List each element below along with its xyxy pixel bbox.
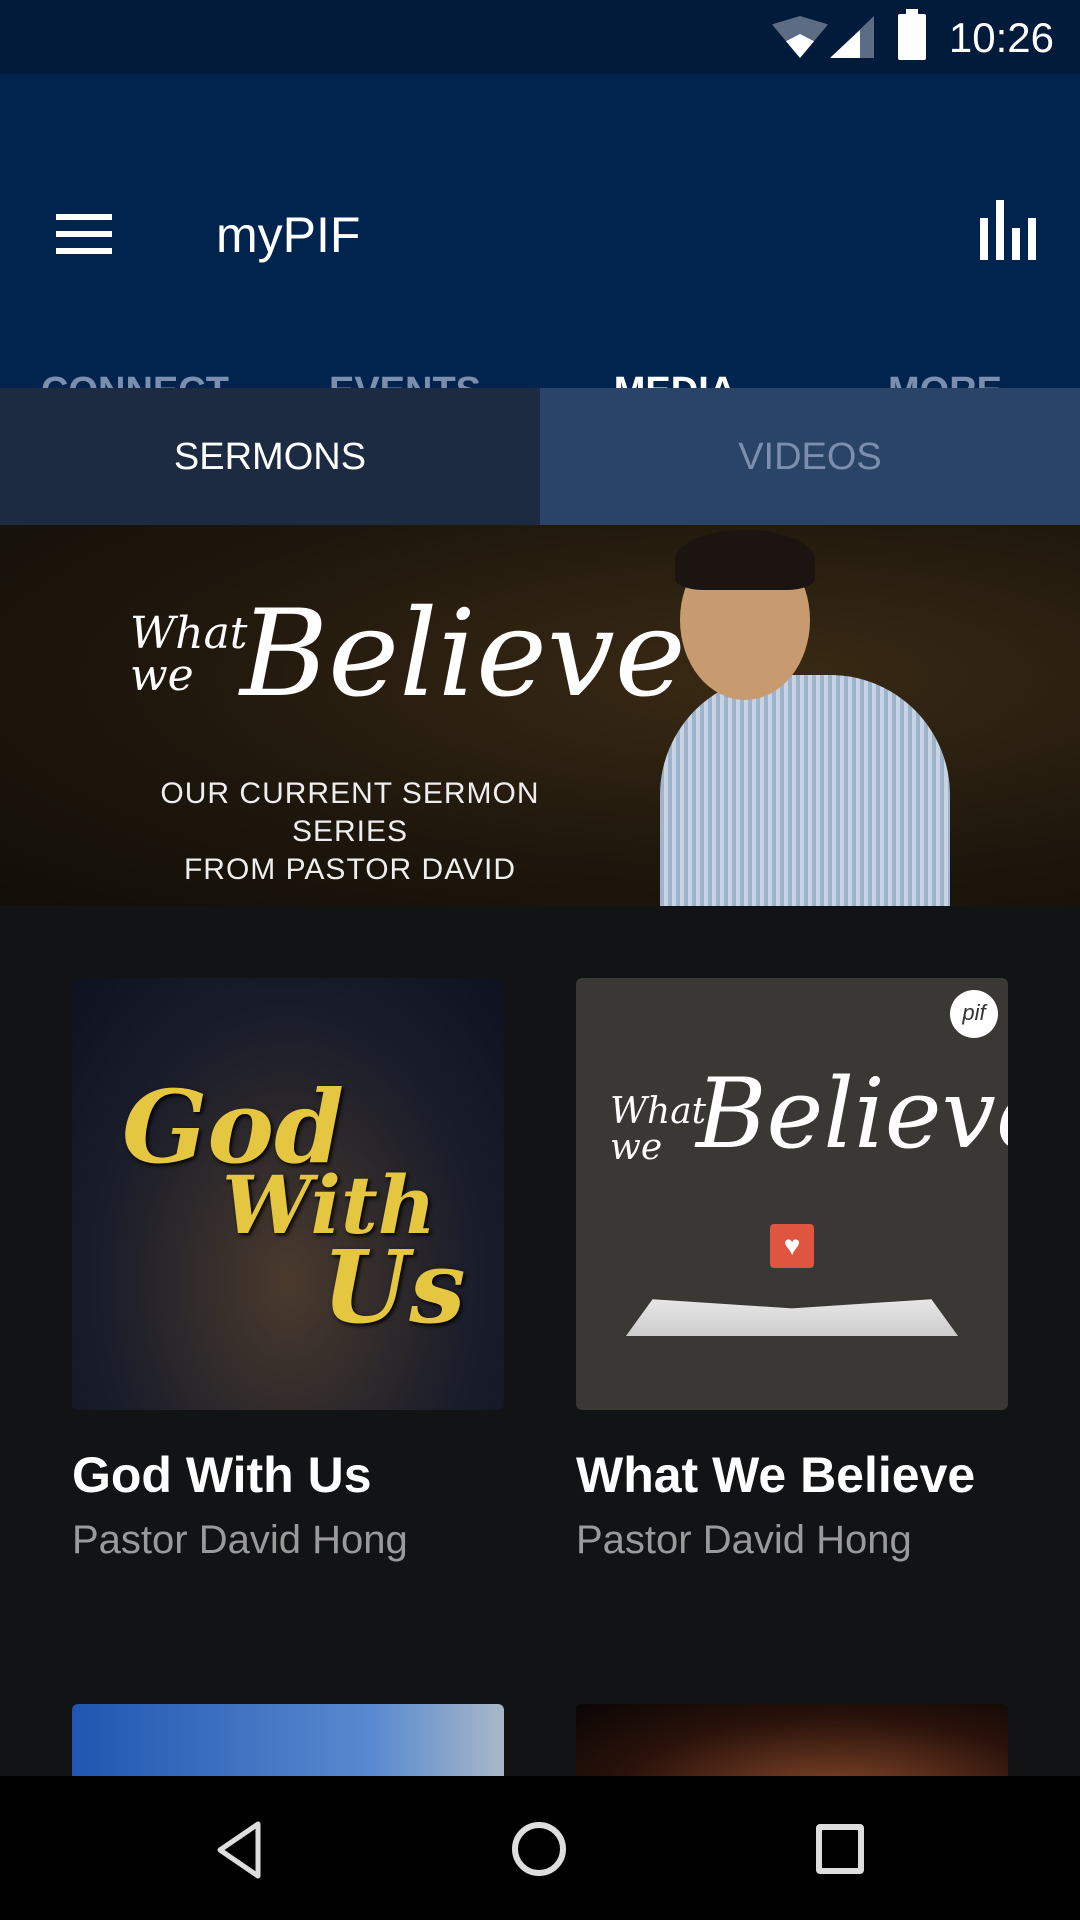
recent-apps-icon[interactable]	[816, 1824, 864, 1874]
tab-sermons[interactable]: SERMONS	[0, 388, 540, 525]
app-bar: myPIF CONNECT EVENTS MEDIA MORE	[0, 74, 1080, 459]
series-artwork: pif What we Believe ♥	[576, 978, 1008, 1410]
banner-subtitle-line2: FROM PASTOR DAVID	[183, 853, 517, 886]
hamburger-menu-icon[interactable]	[56, 214, 112, 254]
heart-icon: ♥	[770, 1224, 814, 1268]
navigation-bar	[0, 1776, 1080, 1920]
bar-chart-icon[interactable]	[980, 200, 1036, 260]
open-book-icon	[626, 1299, 958, 1336]
banner-title-small: What we	[130, 608, 248, 701]
series-artwork: God With Us	[72, 978, 504, 1410]
back-icon[interactable]	[210, 1820, 270, 1880]
status-bar: 10:26	[0, 0, 1080, 74]
battery-icon	[898, 9, 926, 60]
banner-title-big: Believe	[240, 585, 686, 724]
art-text: Believe	[696, 1058, 1008, 1170]
series-title: God With Us	[72, 1447, 372, 1503]
art-text: What we	[610, 1091, 707, 1168]
series-card-partial[interactable]	[576, 1704, 1008, 1784]
art-text: Us	[322, 1228, 466, 1346]
series-card[interactable]: God With Us God With Us Pastor David Hon…	[72, 978, 504, 1563]
pastor-hair	[675, 530, 815, 590]
series-card[interactable]: pif What we Believe ♥ What We Believe Pa…	[576, 978, 1008, 1563]
tab-videos[interactable]: VIDEOS	[540, 388, 1080, 525]
featured-series-banner[interactable]: What we Believe OUR CURRENT SERMON SERIE…	[0, 525, 1080, 906]
clock: 10:26	[948, 14, 1054, 61]
series-card-partial[interactable]	[72, 1704, 504, 1784]
series-speaker: Pastor David Hong	[576, 1518, 912, 1562]
series-title: What We Believe	[576, 1447, 976, 1503]
banner-subtitle: OUR CURRENT SERMON SERIES FROM PASTOR DA…	[150, 775, 550, 889]
pif-logo: pif	[950, 990, 998, 1038]
series-speaker: Pastor David Hong	[72, 1518, 408, 1562]
home-icon[interactable]	[512, 1822, 566, 1876]
app-title: myPIF	[216, 207, 361, 263]
sub-tabs: SERMONS VIDEOS	[0, 388, 1080, 525]
banner-subtitle-line1: OUR CURRENT SERMON SERIES	[160, 777, 540, 848]
pastor-photo	[660, 675, 950, 906]
